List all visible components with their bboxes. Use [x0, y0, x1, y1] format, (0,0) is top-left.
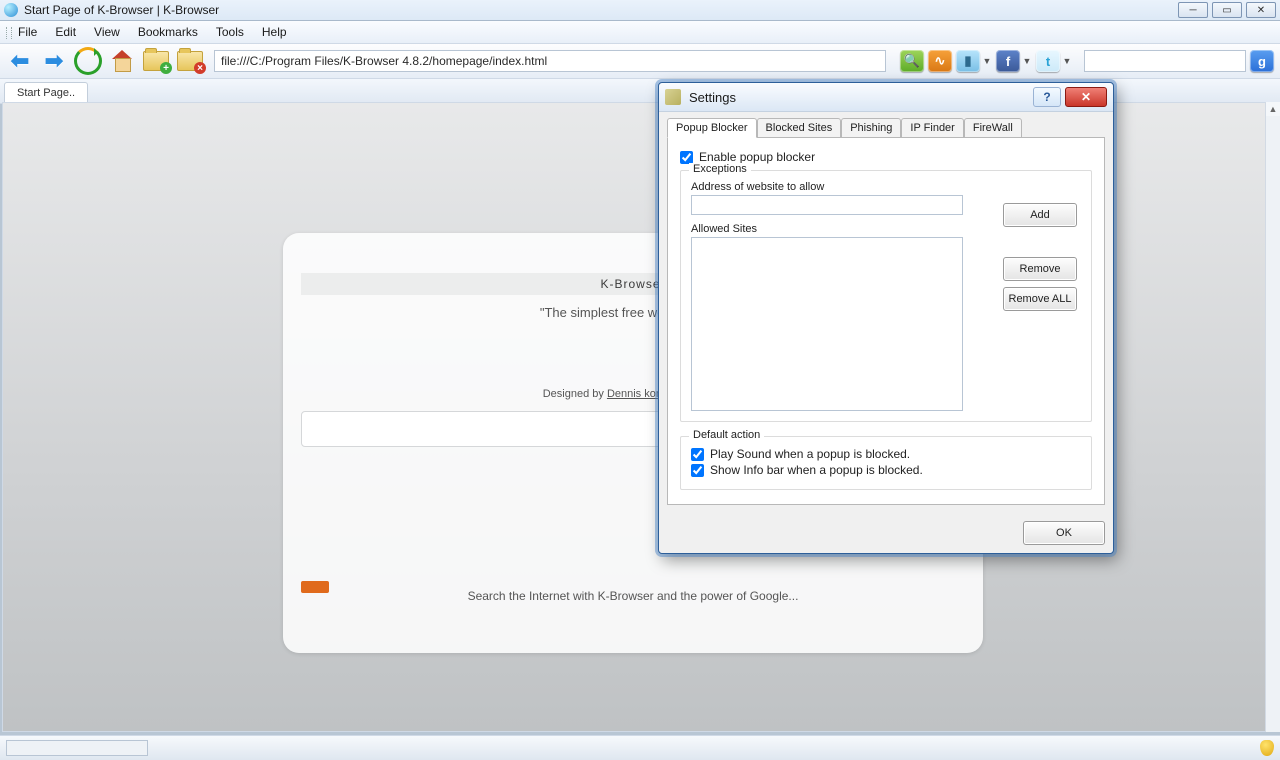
- forward-button[interactable]: ➡: [40, 47, 68, 75]
- minimize-button[interactable]: ─: [1178, 2, 1208, 18]
- menu-help[interactable]: Help: [262, 25, 287, 39]
- ok-button[interactable]: OK: [1023, 521, 1105, 545]
- status-bar: [0, 735, 1280, 760]
- window-title-bar: Start Page of K-Browser | K-Browser ─ ▭ …: [0, 0, 1280, 21]
- enable-popup-blocker-checkbox[interactable]: [680, 151, 693, 164]
- dialog-tabs: Popup Blocker Blocked Sites Phishing IP …: [667, 118, 1105, 138]
- exceptions-legend: Exceptions: [689, 163, 751, 175]
- vertical-scrollbar[interactable]: ▲: [1265, 102, 1280, 732]
- app-icon: [4, 3, 18, 17]
- dialog-title: Settings: [689, 90, 1033, 105]
- search-icon[interactable]: 🔍: [900, 50, 924, 72]
- address-label: Address of website to allow: [691, 181, 995, 193]
- tab-blocked-sites[interactable]: Blocked Sites: [757, 118, 842, 138]
- menu-view[interactable]: View: [94, 25, 120, 39]
- address-bar[interactable]: file:///C:/Program Files/K-Browser 4.8.2…: [214, 50, 886, 72]
- settings-dialog: Settings ? ✕ Popup Blocker Blocked Sites…: [658, 82, 1114, 554]
- menu-file[interactable]: File: [6, 25, 37, 39]
- dialog-footer: OK: [659, 513, 1113, 553]
- toolbar: ⬅ ➡ + × file:///C:/Program Files/K-Brows…: [0, 44, 1280, 79]
- credit-link[interactable]: Dennis kon.: [607, 388, 665, 400]
- bookmark-icon[interactable]: ▮: [956, 50, 980, 72]
- dialog-help-button[interactable]: ?: [1033, 87, 1061, 107]
- info-bar-label: Show Info bar when a popup is blocked.: [710, 463, 923, 477]
- remove-bookmark-button[interactable]: ×: [176, 47, 204, 75]
- default-action-group: Default action Play Sound when a popup i…: [680, 436, 1092, 490]
- play-sound-row[interactable]: Play Sound when a popup is blocked.: [691, 447, 1081, 461]
- twitter-dropdown[interactable]: ▼: [1062, 56, 1072, 66]
- menu-edit[interactable]: Edit: [55, 25, 76, 39]
- address-bar-text: file:///C:/Program Files/K-Browser 4.8.2…: [221, 54, 547, 68]
- security-shield-icon[interactable]: [1260, 740, 1274, 756]
- start-page-footer: Search the Internet with K-Browser and t…: [283, 589, 983, 603]
- tab-ip-finder[interactable]: IP Finder: [901, 118, 963, 138]
- credit-prefix: Designed by: [543, 388, 607, 400]
- maximize-button[interactable]: ▭: [1212, 2, 1242, 18]
- remove-button[interactable]: Remove: [1003, 257, 1077, 281]
- remove-all-button[interactable]: Remove ALL: [1003, 287, 1077, 311]
- refresh-button[interactable]: [74, 47, 102, 75]
- back-button[interactable]: ⬅: [6, 47, 34, 75]
- info-bar-checkbox[interactable]: [691, 464, 704, 477]
- allowed-sites-list[interactable]: [691, 237, 963, 411]
- progress-bar: [6, 740, 148, 756]
- popup-blocker-panel: Enable popup blocker Exceptions Address …: [667, 137, 1105, 505]
- bookmark-dropdown[interactable]: ▼: [982, 56, 992, 66]
- home-button[interactable]: [108, 47, 136, 75]
- address-input[interactable]: [691, 195, 963, 215]
- play-sound-label: Play Sound when a popup is blocked.: [710, 447, 910, 461]
- info-bar-row[interactable]: Show Info bar when a popup is blocked.: [691, 463, 1081, 477]
- menu-bookmarks[interactable]: Bookmarks: [138, 25, 198, 39]
- tab-start-page[interactable]: Start Page..: [4, 82, 88, 103]
- settings-icon: [665, 89, 681, 105]
- rss-icon[interactable]: ∿: [928, 50, 952, 72]
- facebook-dropdown[interactable]: ▼: [1022, 56, 1032, 66]
- default-action-legend: Default action: [689, 429, 764, 441]
- tab-popup-blocker[interactable]: Popup Blocker: [667, 118, 757, 138]
- add-bookmark-button[interactable]: +: [142, 47, 170, 75]
- tab-firewall[interactable]: FireWall: [964, 118, 1022, 138]
- enable-popup-blocker-row[interactable]: Enable popup blocker: [680, 150, 1092, 164]
- dialog-title-bar[interactable]: Settings ? ✕: [659, 83, 1113, 112]
- twitter-icon[interactable]: t: [1036, 50, 1060, 72]
- window-title: Start Page of K-Browser | K-Browser: [24, 3, 1178, 17]
- menu-bar: File Edit View Bookmarks Tools Help: [0, 21, 1280, 44]
- scroll-up-icon[interactable]: ▲: [1266, 102, 1280, 116]
- play-sound-checkbox[interactable]: [691, 448, 704, 461]
- allowed-sites-label: Allowed Sites: [691, 223, 995, 235]
- window-close-button[interactable]: ✕: [1246, 2, 1276, 18]
- menu-tools[interactable]: Tools: [216, 25, 244, 39]
- google-icon[interactable]: g: [1250, 50, 1274, 72]
- add-button[interactable]: Add: [1003, 203, 1077, 227]
- google-search-box[interactable]: [1084, 50, 1246, 72]
- exceptions-group: Exceptions Address of website to allow A…: [680, 170, 1092, 422]
- enable-popup-blocker-label: Enable popup blocker: [699, 150, 815, 164]
- facebook-icon[interactable]: f: [996, 50, 1020, 72]
- tab-phishing[interactable]: Phishing: [841, 118, 901, 138]
- dialog-close-button[interactable]: ✕: [1065, 87, 1107, 107]
